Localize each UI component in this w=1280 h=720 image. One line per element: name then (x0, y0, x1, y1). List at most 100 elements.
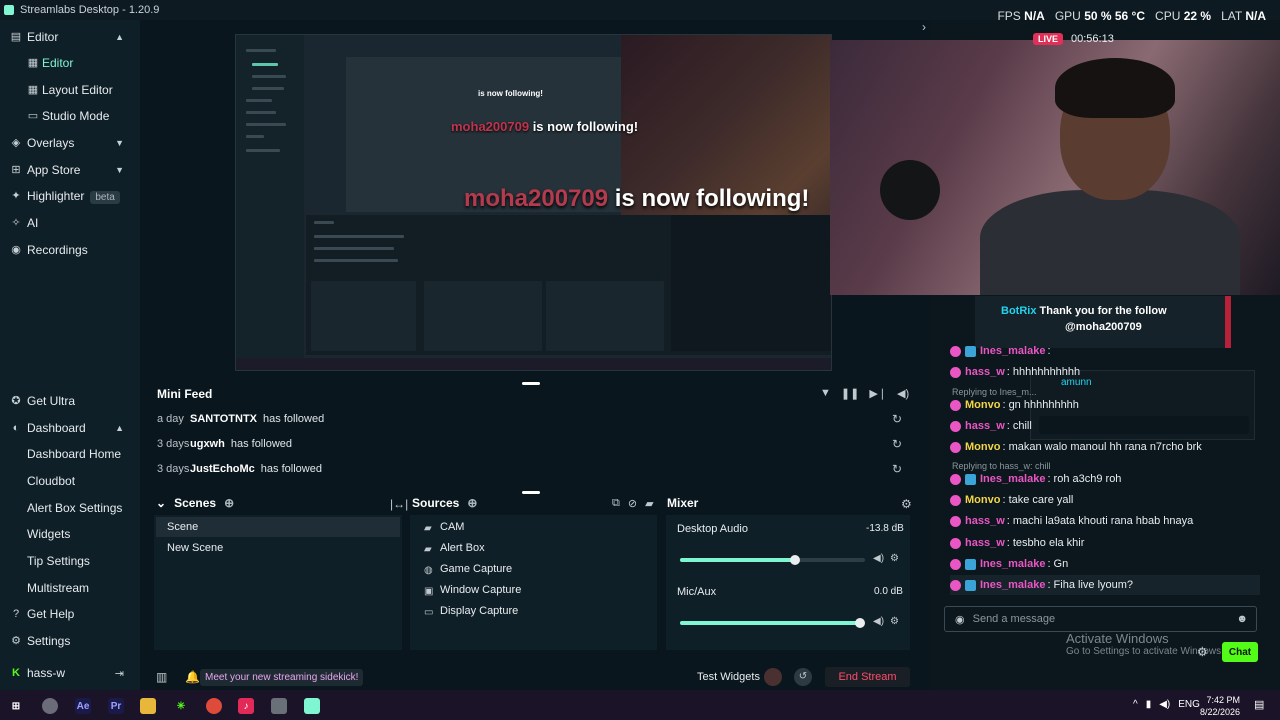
windows-start-icon[interactable]: ⊞ (8, 698, 24, 714)
chat-settings-icon[interactable]: ⚙ (1197, 645, 1208, 659)
repeat-icon[interactable]: ↻ (892, 437, 902, 451)
pause-icon[interactable]: ❚❚ (841, 387, 859, 400)
sidebar-item-dashboard-home[interactable]: Dashboard Home (0, 442, 140, 466)
source-item[interactable]: ▰ Alert Box (417, 538, 657, 558)
sidebar-item-overlays[interactable]: ◈ Overlays ▼ (0, 131, 140, 155)
stats-icon[interactable]: ▥ (156, 670, 167, 684)
badge-icon (965, 345, 976, 357)
panel-swap-icon[interactable]: |↔| (390, 497, 408, 511)
clock[interactable]: 7:42 PM 8/22/2026 (1200, 694, 1240, 718)
volume-icon[interactable]: ◀) (897, 387, 909, 400)
rec-button[interactable] (764, 668, 782, 686)
chevron-down-icon[interactable]: ▼ (115, 165, 124, 175)
sidebar-item-get-help[interactable]: ? Get Help (0, 602, 140, 626)
replay-icon[interactable]: ↺ (794, 668, 812, 686)
after-effects-icon[interactable]: Ae (75, 698, 91, 714)
sidebar-item-editor-sub[interactable]: ▦ Editor (0, 51, 140, 75)
source-item[interactable]: ▭ Display Capture (417, 601, 657, 621)
app-store-icon: ⊞ (11, 164, 21, 176)
window-icon: ▣ (424, 585, 434, 597)
bell-icon[interactable]: 🔔 (185, 670, 200, 684)
sidebar-item-app-store[interactable]: ⊞ App Store ▼ (0, 158, 140, 182)
fader-knob[interactable] (789, 555, 800, 565)
resize-handle[interactable] (522, 382, 540, 385)
sidebar-user[interactable]: Khass-w ⇥ (0, 661, 140, 685)
streamlabs-taskbar-icon[interactable] (304, 698, 320, 714)
end-stream-button[interactable]: End Stream (825, 667, 910, 687)
repeat-icon[interactable]: ↻ (892, 412, 902, 426)
chevron-down-icon[interactable]: ▼ (115, 138, 124, 148)
app-icon[interactable] (271, 698, 287, 714)
tiktok-icon[interactable]: ♪ (238, 698, 254, 714)
sidebar-item-ai[interactable]: ✧ AI (0, 211, 140, 235)
source-item[interactable]: ◍ Game Capture (417, 559, 657, 579)
sidebar-item-get-ultra[interactable]: ✪ Get Ultra (0, 389, 140, 413)
sidebar-item-cloudbot[interactable]: Cloudbot (0, 469, 140, 493)
preview-line (246, 49, 276, 52)
promo-banner[interactable]: Meet your new streaming sidekick! (200, 668, 364, 686)
gear-icon[interactable]: ⚙ (901, 497, 912, 511)
sidebar-item-editor[interactable]: ▤ Editor ▲ (0, 25, 140, 49)
logout-icon[interactable]: ⇥ (115, 667, 124, 680)
source-item[interactable]: ▰ CAM (417, 517, 657, 537)
streamlabs-icon[interactable]: ✳ (173, 698, 189, 714)
sidebar-item-multistream[interactable]: Multistream (0, 576, 140, 600)
scene-item[interactable]: Scene (156, 517, 400, 537)
notification-icon[interactable]: ▤ (1254, 698, 1264, 711)
folder-icon[interactable]: ▰ (645, 497, 653, 510)
gear-icon[interactable]: ⚙ (890, 616, 899, 627)
badge-icon (965, 558, 976, 570)
test-widgets-button[interactable]: Test Widgets (697, 671, 760, 683)
source-item[interactable]: ▣ Window Capture (417, 580, 657, 600)
sidebar-item-highlighter[interactable]: ✦ Highlighter beta (0, 184, 140, 208)
app-icon[interactable] (42, 698, 58, 714)
chat-input[interactable]: ◉ Send a message ☻ (944, 606, 1257, 632)
overlays-icon: ◈ (11, 137, 21, 149)
preview-scenes (311, 281, 416, 351)
volume-icon[interactable]: ◀) (1159, 699, 1170, 710)
sidebar-item-alert-box-settings[interactable]: Alert Box Settings (0, 496, 140, 520)
emoji-icon[interactable]: ☻ (1236, 613, 1248, 625)
mixer-fader[interactable] (680, 555, 865, 565)
filter-icon[interactable]: ▼ (820, 387, 831, 400)
file-explorer-icon[interactable] (140, 698, 156, 714)
network-icon[interactable]: ▮ (1146, 699, 1152, 710)
select-icon[interactable]: ⧉ (612, 497, 620, 510)
sidebar-item-settings[interactable]: ⚙ Settings (0, 629, 140, 653)
chevron-up-icon[interactable]: ▲ (115, 423, 124, 433)
hide-icon[interactable]: ⊘ (628, 497, 637, 510)
chevron-up-icon[interactable]: ^ (1133, 699, 1138, 710)
collapse-icon[interactable]: ⌄ (156, 496, 166, 510)
chevron-up-icon[interactable]: ▲ (115, 32, 124, 42)
chat-message: Monvo: take care yall (950, 490, 1260, 510)
gear-icon[interactable]: ⚙ (890, 553, 899, 564)
mixer-fader[interactable] (680, 618, 865, 628)
volume-icon[interactable]: ◀) (873, 616, 884, 627)
badge-icon (950, 494, 961, 506)
sidebar-item-widgets[interactable]: Widgets (0, 522, 140, 546)
sidebar-item-studio-mode[interactable]: ▭ Studio Mode (0, 104, 140, 128)
language-indicator[interactable]: ENG (1178, 699, 1200, 710)
collapse-chat-icon[interactable]: › (922, 20, 926, 34)
editor-sub-icon: ▦ (27, 57, 39, 69)
fader-knob[interactable] (855, 618, 865, 628)
add-source-icon[interactable]: ⊕ (467, 496, 477, 510)
sidebar-item-tip-settings[interactable]: Tip Settings (0, 549, 140, 573)
scene-item[interactable]: New Scene (156, 538, 400, 558)
windows-taskbar (0, 690, 1280, 720)
resize-handle[interactable] (522, 491, 540, 494)
sidebar-item-layout-editor[interactable]: ▦ Layout Editor (0, 78, 140, 102)
chat-send-button[interactable]: Chat (1222, 642, 1258, 662)
stream-preview[interactable]: is now following! moha200709 is now foll… (235, 34, 832, 371)
sidebar: ▤ Editor ▲ ▦ Editor ▦ Layout Editor ▭ Studio … (0, 20, 140, 690)
volume-icon[interactable]: ◀) (873, 553, 884, 564)
premiere-icon[interactable]: Pr (108, 698, 124, 714)
chrome-icon[interactable] (206, 698, 222, 714)
skip-icon[interactable]: ▶❘ (869, 387, 887, 400)
sidebar-item-dashboard[interactable]: ◐ Dashboard ▲ (0, 416, 140, 440)
chat-emote-icon[interactable]: ◉ (955, 613, 965, 626)
repeat-icon[interactable]: ↻ (892, 462, 902, 476)
add-scene-icon[interactable]: ⊕ (224, 496, 234, 510)
chat-message: Ines_malake: Fiha live lyoum? (950, 575, 1260, 595)
sidebar-item-recordings[interactable]: ◉ Recordings (0, 238, 140, 262)
